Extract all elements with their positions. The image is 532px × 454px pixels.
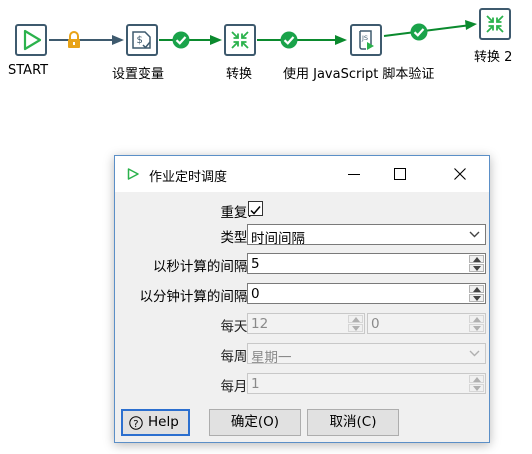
daily-hour-spinner[interactable]: 12 (247, 313, 365, 334)
hop-lines (49, 20, 477, 45)
dialog-title-icon (127, 168, 139, 180)
monthly-spin-buttons[interactable] (469, 375, 484, 392)
minutes-interval-spinner[interactable]: 0 (247, 283, 486, 304)
arrow-down-icon (473, 326, 481, 331)
dialog-title: 作业定时调度 (149, 170, 228, 185)
help-button[interactable]: ? Help (121, 409, 190, 436)
job-schedule-dialog: 作业定时调度 重复: 类型: 时间间隔 以秒计算的间隔: 5 以分钟计算的间隔:… (114, 155, 490, 443)
seconds-interval-label: 以秒计算的间隔: (152, 259, 252, 275)
node-transformation[interactable] (224, 24, 256, 56)
close-button[interactable] (437, 156, 483, 192)
checkmark-icon (250, 206, 261, 215)
ok-button[interactable]: 确定(O) (209, 409, 301, 436)
transformation-icon (486, 15, 504, 33)
chevron-down-icon (469, 231, 480, 238)
ok-button-label: 确定(O) (230, 414, 280, 430)
spin-down-button[interactable] (469, 264, 484, 272)
node-transformation-2[interactable] (479, 8, 511, 40)
javascript-script-icon: JS (359, 30, 374, 50)
dialog-titlebar[interactable]: 作业定时调度 (115, 156, 489, 192)
transformation-icon (231, 31, 249, 49)
success-check-icon[interactable] (172, 31, 190, 49)
cancel-button[interactable]: 取消(C) (307, 409, 399, 436)
minutes-interval-label: 以分钟计算的间隔: (139, 289, 252, 305)
success-check-icon[interactable] (280, 31, 298, 49)
maximize-icon (394, 168, 406, 180)
arrow-up-icon (473, 287, 481, 292)
weekly-select-value: 星期一 (251, 350, 292, 366)
arrow-up-icon (352, 317, 360, 322)
node-start-label: START (8, 63, 49, 78)
spin-down-button[interactable] (348, 324, 363, 332)
svg-text:?: ? (133, 419, 138, 430)
seconds-interval-value: 5 (251, 256, 260, 272)
svg-text:JS: JS (361, 34, 368, 42)
arrow-up-icon (473, 317, 481, 322)
spin-down-button[interactable] (469, 384, 484, 392)
start-play-icon (23, 29, 42, 51)
daily-hour-spin-buttons[interactable] (348, 315, 363, 332)
spin-down-button[interactable] (469, 294, 484, 302)
node-start[interactable] (15, 24, 47, 56)
node-transformation-label: 转换 (226, 67, 253, 82)
arrow-up-icon (473, 377, 481, 382)
monthly-value: 1 (251, 376, 260, 392)
arrow-down-icon (473, 386, 481, 391)
arrow-down-icon (473, 266, 481, 271)
daily-minute-spinner[interactable]: 0 (367, 313, 486, 334)
spin-up-button[interactable] (469, 285, 484, 293)
spin-up-button[interactable] (469, 255, 484, 263)
node-transformation-2-label: 转换 2 (474, 50, 513, 65)
node-set-variables-label: 设置变量 (112, 67, 165, 82)
type-select[interactable]: 时间间隔 (247, 224, 486, 247)
minimize-icon (348, 174, 360, 175)
arrow-down-icon (473, 296, 481, 301)
node-javascript-label: 使用 JavaScript 脚本验证 (283, 67, 435, 82)
unconditional-lock-icon[interactable] (66, 31, 82, 49)
set-variables-icon: $ (132, 31, 151, 49)
repeat-checkbox[interactable] (248, 201, 263, 216)
svg-text:$: $ (137, 35, 143, 46)
monthly-spinner[interactable]: 1 (247, 373, 486, 394)
node-javascript[interactable]: JS (350, 24, 382, 56)
cancel-button-label: 取消(C) (329, 414, 377, 430)
daily-minute-value: 0 (371, 316, 380, 332)
success-check-icon[interactable] (410, 23, 428, 41)
close-icon (454, 168, 466, 180)
spin-up-button[interactable] (469, 375, 484, 383)
spin-down-button[interactable] (469, 324, 484, 332)
daily-hour-value: 12 (251, 316, 269, 332)
maximize-button[interactable] (377, 156, 423, 192)
weekly-select[interactable]: 星期一 (247, 343, 486, 366)
minutes-interval-value: 0 (251, 286, 260, 302)
chevron-down-icon (469, 350, 480, 357)
arrow-down-icon (352, 326, 360, 331)
minimize-button[interactable] (331, 156, 377, 192)
seconds-interval-spinner[interactable]: 5 (247, 253, 486, 274)
minutes-spin-buttons[interactable] (469, 285, 484, 302)
daily-minute-spin-buttons[interactable] (469, 315, 484, 332)
help-icon: ? (129, 416, 143, 430)
spin-up-button[interactable] (469, 315, 484, 323)
type-select-value: 时间间隔 (251, 231, 305, 247)
spin-up-button[interactable] (348, 315, 363, 323)
arrow-up-icon (473, 257, 481, 262)
seconds-spin-buttons[interactable] (469, 255, 484, 272)
help-button-label: Help (148, 414, 179, 430)
node-set-variables[interactable]: $ (126, 24, 158, 56)
